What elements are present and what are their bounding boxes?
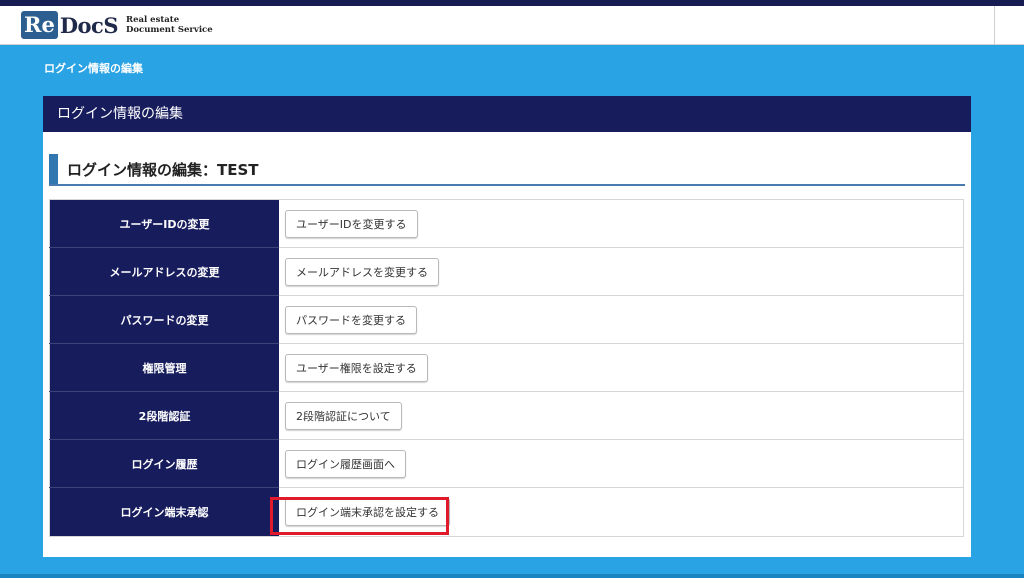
logo-re: Re xyxy=(21,11,58,39)
change-email-button[interactable]: メールアドレスを変更する xyxy=(285,257,439,286)
logo-tagline-line1: Real estate xyxy=(126,15,180,25)
app-header: Re DocS Real estate Document Service xyxy=(0,6,1024,45)
row-action: ログイン履歴画面へ xyxy=(279,439,964,488)
login-history-button[interactable]: ログイン履歴画面へ xyxy=(285,449,406,478)
set-user-permissions-button[interactable]: ユーザー権限を設定する xyxy=(285,353,428,382)
breadcrumb[interactable]: ログイン情報の編集 xyxy=(44,60,143,76)
row-label-device-approval: ログイン端末承認 xyxy=(49,487,279,537)
logo-tagline-line2: Document Service xyxy=(126,25,213,35)
section-title-accent xyxy=(49,154,58,184)
row-label-login-history: ログイン履歴 xyxy=(49,439,279,488)
logo-docs: DocS xyxy=(59,12,119,38)
row-action: パスワードを変更する xyxy=(279,295,964,344)
login-info-panel: ログイン情報の編集 ログイン情報の編集：TEST ユーザーIDの変更 ユーザーI… xyxy=(43,96,971,557)
row-label-user-id: ユーザーIDの変更 xyxy=(49,199,279,248)
two-factor-info-button[interactable]: 2段階認証について xyxy=(285,401,402,430)
row-label-password: パスワードの変更 xyxy=(49,295,279,344)
row-action: ユーザー権限を設定する xyxy=(279,343,964,392)
section-title-text: ログイン情報の編集：TEST xyxy=(67,161,259,179)
row-action: メールアドレスを変更する xyxy=(279,247,964,296)
row-action: ユーザーIDを変更する xyxy=(279,199,964,248)
bottom-edge xyxy=(0,574,1024,578)
row-label-two-factor: 2段階認証 xyxy=(49,391,279,440)
table-row: メールアドレスの変更 メールアドレスを変更する xyxy=(49,247,964,296)
device-approval-button[interactable]: ログイン端末承認を設定する xyxy=(285,498,450,526)
logo-tagline: Real estate Document Service xyxy=(126,15,213,35)
table-row: ユーザーIDの変更 ユーザーIDを変更する xyxy=(49,199,964,248)
change-user-id-button[interactable]: ユーザーIDを変更する xyxy=(285,209,418,238)
row-label-permissions: 権限管理 xyxy=(49,343,279,392)
login-settings-table: ユーザーIDの変更 ユーザーIDを変更する メールアドレスの変更 メールアドレス… xyxy=(49,199,964,537)
header-divider xyxy=(994,6,995,44)
change-password-button[interactable]: パスワードを変更する xyxy=(285,305,417,334)
table-row: パスワードの変更 パスワードを変更する xyxy=(49,295,964,344)
table-row: ログイン端末承認 ログイン端末承認を設定する xyxy=(49,487,964,537)
row-action: ログイン端末承認を設定する xyxy=(279,487,964,537)
row-label-email: メールアドレスの変更 xyxy=(49,247,279,296)
table-row: 2段階認証 2段階認証について xyxy=(49,391,964,440)
section-title: ログイン情報の編集：TEST xyxy=(49,154,965,186)
table-row: 権限管理 ユーザー権限を設定する xyxy=(49,343,964,392)
panel-title: ログイン情報の編集 xyxy=(43,96,971,132)
row-action: 2段階認証について xyxy=(279,391,964,440)
table-row: ログイン履歴 ログイン履歴画面へ xyxy=(49,439,964,488)
redocs-logo[interactable]: Re DocS Real estate Document Service xyxy=(18,9,213,41)
